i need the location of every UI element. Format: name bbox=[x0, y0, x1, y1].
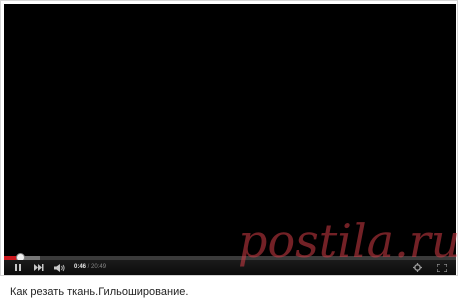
video-screen[interactable] bbox=[4, 4, 456, 256]
current-time: 0:46 bbox=[74, 264, 87, 270]
next-icon bbox=[34, 264, 44, 271]
player-controls-bar: 0:46 / 20:49 bbox=[4, 260, 456, 275]
fullscreen-icon bbox=[437, 263, 447, 272]
pause-icon bbox=[14, 264, 22, 271]
fullscreen-button[interactable] bbox=[434, 260, 450, 275]
volume-button[interactable] bbox=[52, 260, 68, 275]
pause-button[interactable] bbox=[10, 260, 26, 275]
settings-button[interactable] bbox=[410, 260, 424, 275]
video-player[interactable]: 0:46 / 20:49 bbox=[4, 4, 456, 275]
time-display: 0:46 / 20:49 bbox=[74, 262, 106, 273]
volume-icon bbox=[54, 263, 65, 272]
gear-icon bbox=[412, 263, 422, 272]
video-embed-frame: 0:46 / 20:49 bbox=[0, 0, 458, 276]
next-button[interactable] bbox=[32, 260, 46, 275]
duration: 20:49 bbox=[91, 264, 107, 270]
video-title[interactable]: Как резать ткань.Гильоширование. bbox=[10, 286, 188, 299]
